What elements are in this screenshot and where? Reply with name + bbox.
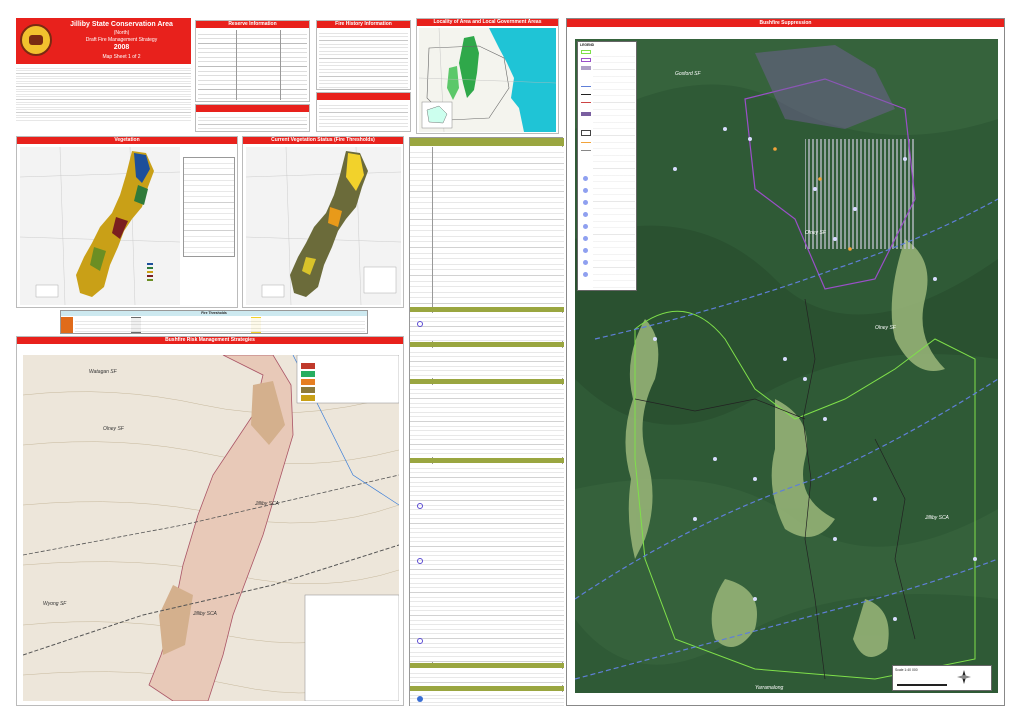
legend-icon: [583, 188, 588, 193]
risk-icon: [417, 558, 423, 564]
legend-icon: [583, 224, 588, 229]
strategies-label-5: Wyong SF: [43, 601, 67, 607]
fire-thresholds-strip: Fire Thresholds: [60, 310, 368, 334]
vegetation-legend: [183, 157, 235, 257]
risk-icon: [417, 696, 423, 702]
legend-icon: [583, 200, 588, 205]
legend-icon: [583, 212, 588, 217]
sheet-number: Map Sheet 1 of 2: [102, 54, 141, 60]
locality-panel: Locality of Area and Local Government Ar…: [416, 18, 559, 134]
locality-map: [419, 28, 556, 132]
title-block: Jilliby State Conservation Area (North) …: [16, 18, 191, 64]
legend-icon: [583, 176, 588, 181]
risk-icon: [417, 638, 423, 644]
legend-icon: [583, 248, 588, 253]
reserve-info-table: [198, 30, 307, 100]
suppression-panel: Bushfire Suppression Gosford SF Olney SF…: [566, 18, 1005, 706]
fire-history-header: Fire History Information: [317, 21, 410, 28]
scale-box: Scale 1:40 000: [892, 665, 992, 691]
reserve-info-header: Reserve Information: [196, 21, 309, 28]
locality-header: Locality of Area and Local Government Ar…: [417, 19, 558, 26]
vegetation-panel: Vegetation: [16, 136, 238, 308]
reserve-info-panel: Reserve Information: [195, 20, 310, 102]
contacts-bar: [410, 686, 564, 691]
vegetation-key: [147, 262, 181, 302]
legend-icon: [583, 272, 588, 277]
fire-notes-header: [317, 93, 410, 100]
intro-text-block: [16, 66, 191, 122]
suppression-label-2: Olney SF: [805, 230, 827, 236]
fire-history-panel: Fire History Information: [316, 20, 411, 90]
suppression-label-1: Gosford SF: [675, 71, 702, 77]
risk-icon: [417, 321, 423, 327]
suppression-header: Bushfire Suppression: [567, 19, 1004, 27]
suppression-label-5: Yarramalong: [755, 685, 783, 691]
scale-label: Scale 1:40 000: [895, 668, 918, 672]
emblem-icon: [29, 35, 43, 45]
strategy-table: [409, 137, 564, 706]
document-year: 2008: [113, 44, 130, 51]
risk-icon: [417, 503, 423, 509]
veg-status-header: Current Vegetation Status (Fire Threshol…: [243, 137, 403, 144]
strategies-label-3: Jilliby SCA: [254, 501, 280, 507]
document-name: Draft Fire Management Strategy: [85, 37, 158, 43]
veg-status-panel: Current Vegetation Status (Fire Threshol…: [242, 136, 404, 308]
reserve-notes-panel: [195, 104, 310, 132]
nsw-logo: [20, 24, 52, 56]
strategies-header: Bushfire Risk Management Strategies: [17, 337, 403, 344]
strategies-map: Watagan SF Olney SF Jilliby SCA Jilliby …: [23, 355, 399, 701]
strategies-label-2: Olney SF: [103, 426, 125, 432]
strategies-panel: Bushfire Risk Management Strategies Wata…: [16, 336, 404, 706]
legend-title: LEGEND: [580, 43, 595, 47]
legend-icon: [583, 260, 588, 265]
map-title: Jilliby State Conservation Area: [70, 21, 173, 28]
north-arrow-icon: [957, 670, 971, 684]
vegetation-header: Vegetation: [17, 137, 237, 144]
fire-notes-panel: [316, 92, 411, 132]
suppression-legend: LEGEND: [577, 41, 637, 291]
strategies-label-1: Watagan SF: [89, 369, 118, 375]
fire-thresholds-header: Fire Thresholds: [61, 311, 367, 316]
map-subtitle: (North): [113, 30, 130, 36]
suppression-label-4: Jilliby SCA: [924, 515, 950, 521]
veg-status-map: [246, 147, 401, 305]
strategies-label-4: Jilliby SCA: [192, 611, 218, 617]
suppression-label-3: Olney SF: [875, 325, 897, 331]
suppression-map: Gosford SF Olney SF Olney SF Jilliby SCA…: [575, 39, 998, 693]
legend-icon: [583, 236, 588, 241]
reserve-notes-header: [196, 105, 309, 112]
